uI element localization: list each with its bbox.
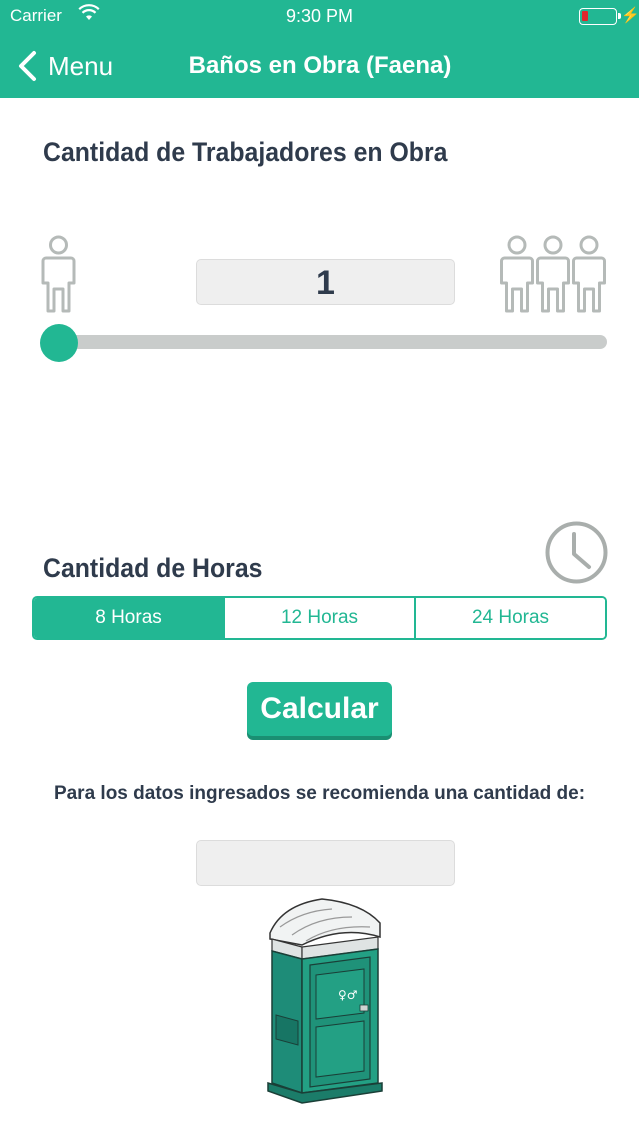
chevron-left-icon	[19, 51, 36, 81]
result-label: Para los datos ingresados se recomienda …	[53, 783, 586, 804]
battery-icon	[579, 8, 621, 25]
workers-count-display: 1	[196, 259, 455, 305]
charging-icon: ⚡	[621, 7, 639, 24]
workers-slider-thumb[interactable]	[40, 324, 78, 362]
workers-heading: Cantidad de Trabajadores en Obra	[43, 137, 448, 167]
back-label: Menu	[48, 50, 114, 81]
battery-level	[582, 11, 588, 21]
segment-12-hours[interactable]: 12 Horas	[223, 598, 414, 638]
navigation-bar: Carrier 9:30 PM ⚡ Menu Baños en Obra (Fa…	[0, 0, 639, 98]
hours-segmented-control: 8 Horas 12 Horas 24 Horas	[32, 596, 607, 640]
hours-heading: Cantidad de Horas	[43, 553, 263, 583]
workers-slider-track[interactable]	[44, 335, 607, 349]
result-display	[196, 840, 455, 886]
svg-text:♀♂: ♀♂	[338, 988, 358, 1002]
clock-time: 9:30 PM	[285, 6, 354, 26]
clock-icon	[545, 521, 608, 584]
status-bar: Carrier 9:30 PM ⚡	[0, 0, 639, 34]
back-button[interactable]: Menu	[16, 48, 113, 84]
calculate-button[interactable]: Calcular	[247, 682, 392, 736]
page-title: Baños en Obra (Faena)	[188, 52, 452, 79]
single-person-icon	[41, 235, 76, 313]
group-people-icon	[500, 235, 606, 313]
segment-24-hours[interactable]: 24 Horas	[414, 598, 605, 638]
portable-toilet-image: ♀♂	[267, 898, 383, 1104]
segment-8-hours[interactable]: 8 Horas	[34, 598, 223, 638]
